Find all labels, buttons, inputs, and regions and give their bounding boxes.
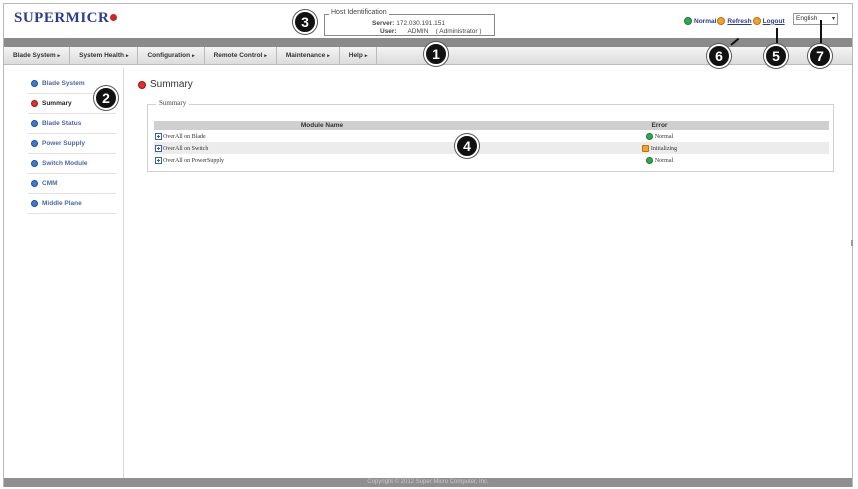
module-cell: OverAll on PowerSupply: [154, 154, 490, 166]
callout-leader-7: [820, 20, 822, 46]
logout-icon[interactable]: [752, 17, 761, 25]
menu-system-health[interactable]: System Health ▸: [70, 47, 139, 64]
language-select[interactable]: English ▾: [793, 13, 838, 25]
page-title: Summary: [138, 79, 193, 90]
error-text: Normal: [654, 157, 674, 164]
menu-arrow-icon: ▸: [57, 53, 61, 59]
user-role: ( Administrator ): [435, 28, 482, 35]
table-row: OverAll on Switch Initializing: [154, 142, 829, 154]
red-circle-icon: [138, 80, 146, 89]
host-identification: Host Identification Server: 172.030.191.…: [324, 9, 495, 36]
module-cell: OverAll on Switch: [154, 142, 490, 154]
expand-icon[interactable]: [155, 132, 162, 140]
header-status-area: Normal Refresh Logout: [684, 17, 785, 25]
host-identification-legend: Host Identification: [329, 9, 389, 16]
expand-icon[interactable]: [155, 144, 162, 152]
sidebar-item-label: CMM: [42, 180, 58, 187]
table-row: OverAll on PowerSupply Normal: [154, 154, 829, 166]
menu-arrow-icon: ▸: [125, 53, 129, 59]
sidebar-item-label: Middle Plane: [42, 200, 82, 207]
expand-icon[interactable]: [155, 156, 162, 164]
sidebar-item-middle-plane[interactable]: Middle Plane: [28, 194, 116, 214]
blue-circle-icon: [31, 140, 38, 147]
error-text: Initializing: [650, 145, 678, 152]
callout-badge-2: 2: [94, 86, 118, 110]
summary-fieldset-legend: Summary: [156, 99, 190, 107]
refresh-link[interactable]: Refresh: [727, 18, 751, 25]
status-normal-label: Normal: [694, 17, 717, 25]
error-text: Normal: [654, 133, 674, 140]
sidebar-item-switch-module[interactable]: Switch Module: [28, 154, 116, 174]
app-frame: [3, 3, 853, 487]
module-name[interactable]: OverAll on PowerSupply: [163, 157, 224, 163]
status-initializing-icon: [641, 144, 649, 152]
table-header-row: Module Name Error: [154, 121, 829, 130]
red-circle-icon: [31, 100, 38, 107]
host-user-row: User: ADMIN ( Administrator ): [380, 28, 482, 35]
blue-circle-icon: [31, 80, 38, 87]
refresh-icon[interactable]: [717, 17, 726, 25]
menu-arrow-icon: ▸: [192, 53, 195, 59]
status-normal-icon: [645, 156, 653, 164]
menu-help[interactable]: Help ▸: [340, 47, 378, 64]
summary-table: Module Name Error OverAll on Blade Norma…: [154, 121, 829, 166]
blue-circle-icon: [31, 180, 38, 187]
table-row: OverAll on Blade Normal: [154, 130, 829, 142]
menu-arrow-icon: ▸: [327, 53, 330, 59]
menu-blade-system[interactable]: Blade System ▸: [4, 47, 71, 64]
host-server-row: Server: 172.030.191.151: [372, 20, 445, 27]
supermicro-logo: SUPERMICR: [14, 10, 118, 27]
callout-badge-5: 5: [764, 44, 788, 68]
sidebar-item-label: Switch Module: [42, 160, 88, 167]
page-title-text: Summary: [150, 79, 193, 90]
menu-remote-control[interactable]: Remote Control ▸: [205, 47, 277, 64]
callout-badge-1: 1: [424, 42, 448, 66]
status-normal-icon: [684, 17, 692, 25]
blue-circle-icon: [31, 120, 38, 127]
callout-badge-7: 7: [808, 44, 832, 68]
sidebar-item-blade-status[interactable]: Blade Status: [28, 114, 116, 134]
sidebar-item-label: Summary: [42, 100, 72, 107]
blue-circle-icon: [31, 160, 38, 167]
menu-configuration[interactable]: Configuration ▸: [138, 47, 205, 64]
server-label: Server:: [372, 20, 395, 27]
blue-circle-icon: [31, 200, 38, 207]
column-header-error[interactable]: Error: [490, 121, 829, 130]
sidebar-item-label: Power Supply: [42, 140, 85, 147]
chevron-down-icon: ▾: [831, 16, 835, 22]
logo-dot: [110, 14, 118, 21]
error-cell: Normal: [490, 130, 829, 142]
module-cell: OverAll on Blade: [154, 130, 490, 142]
user-value: ADMIN: [407, 28, 429, 35]
module-name[interactable]: OverAll on Switch: [163, 145, 208, 151]
sidebar-item-cmm[interactable]: CMM: [28, 174, 116, 194]
logout-link[interactable]: Logout: [763, 18, 785, 25]
callout-badge-4: 4: [455, 134, 479, 158]
user-label: User:: [380, 28, 397, 35]
error-cell: Normal: [490, 154, 829, 166]
callout-badge-3: 3: [293, 10, 317, 34]
scrollbar-mark[interactable]: [851, 240, 853, 246]
sidebar-item-power-supply[interactable]: Power Supply: [28, 134, 116, 154]
sidebar-item-label: Blade System: [42, 80, 85, 87]
menu-arrow-icon: ▸: [264, 53, 267, 59]
callout-badge-6: 6: [707, 44, 731, 68]
status-normal-icon: [645, 132, 653, 140]
server-value: 172.030.191.151: [396, 20, 446, 27]
sidebar-item-label: Blade Status: [42, 120, 82, 127]
sidebar-divider: [123, 68, 124, 478]
module-name[interactable]: OverAll on Blade: [163, 133, 206, 139]
column-header-module-name[interactable]: Module Name: [154, 121, 490, 130]
language-select-value: English: [796, 15, 818, 22]
menu-arrow-icon: ▸: [364, 53, 368, 59]
footer: Copyright © 2012 Super Micro Computer, I…: [4, 478, 852, 487]
error-cell: Initializing: [490, 142, 829, 154]
menu-maintenance[interactable]: Maintenance ▸: [277, 47, 340, 64]
